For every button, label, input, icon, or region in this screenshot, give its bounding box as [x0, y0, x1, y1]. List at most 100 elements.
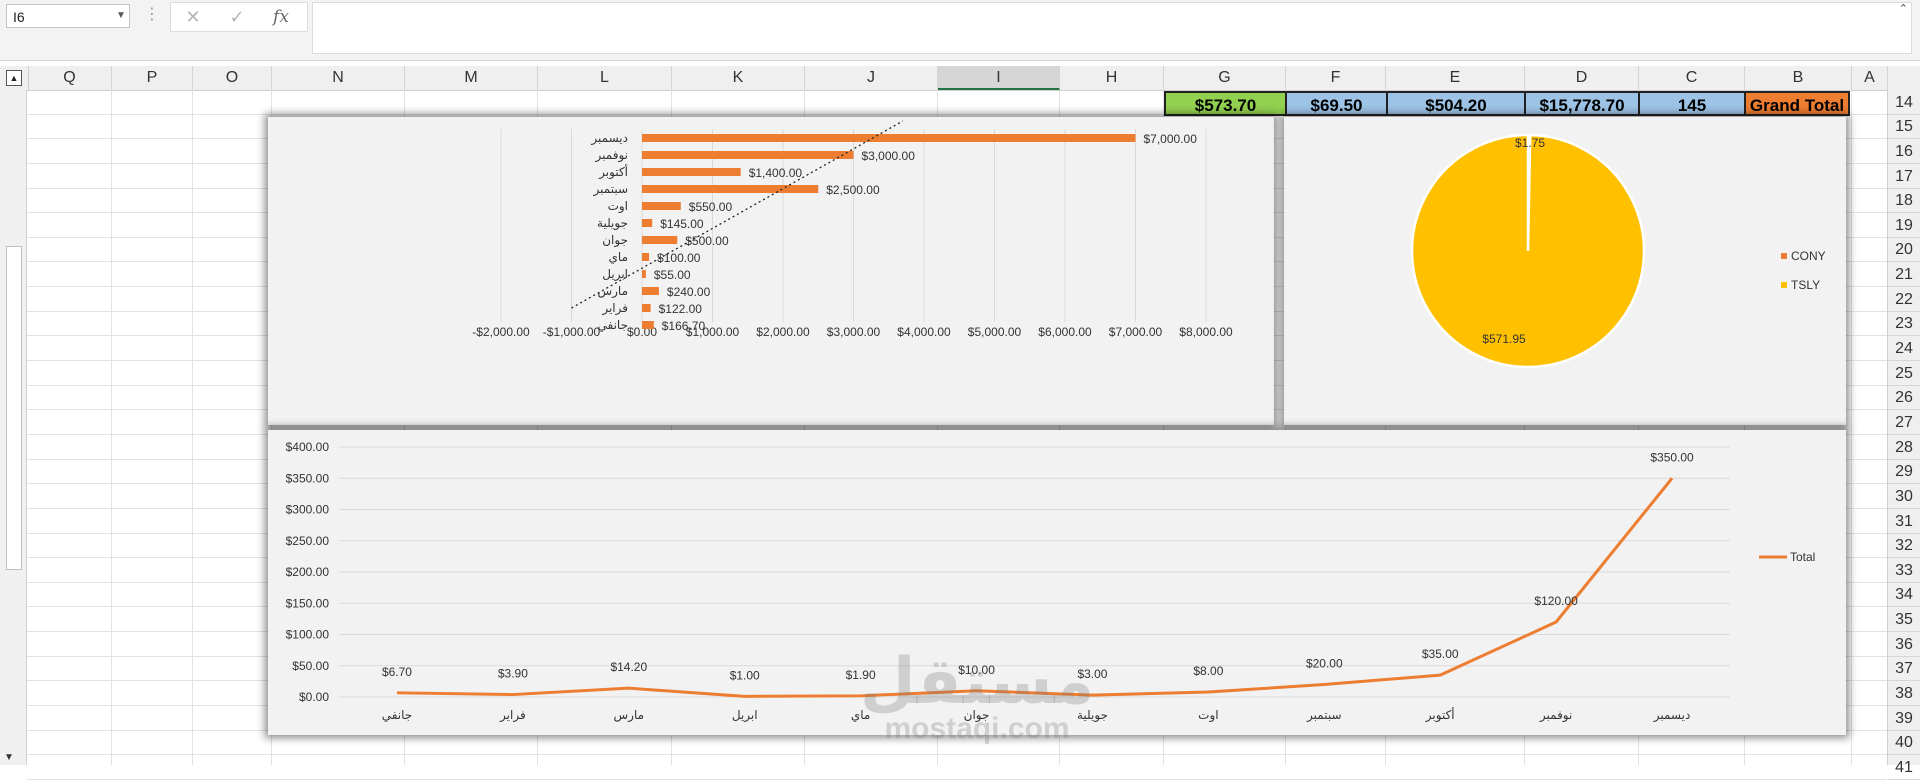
category-label: نوفمبر [1539, 708, 1572, 723]
row-header-33[interactable]: 33 [1888, 558, 1920, 583]
row-header-39[interactable]: 39 [1888, 706, 1920, 731]
pie-chart-panel[interactable]: $1.75 $571.95 CONY TSLY [1284, 117, 1846, 425]
bar-chart-panel[interactable]: -$2,000.00 -$1,000.00 $0.00 $1,000.00 $2,000… [268, 117, 1274, 425]
column-header-k[interactable]: K [672, 66, 805, 90]
data-label: $550.00 [689, 200, 733, 214]
more-options-icon[interactable]: ⋮ [144, 4, 160, 24]
row-header-21[interactable]: 21 [1888, 262, 1920, 287]
column-header-f[interactable]: F [1286, 66, 1386, 90]
cell-g14[interactable]: $573.70 [1164, 91, 1287, 116]
column-header-n[interactable]: N [272, 66, 405, 90]
name-box[interactable]: I6 [6, 4, 130, 28]
column-header-c[interactable]: C [1639, 66, 1745, 90]
cell-f14[interactable]: $69.50 [1285, 91, 1388, 116]
row-header-30[interactable]: 30 [1888, 484, 1920, 509]
bar[interactable] [642, 168, 741, 176]
column-header-o[interactable]: O [193, 66, 272, 90]
cell-e14[interactable]: $504.20 [1386, 91, 1526, 116]
scrollbar-thumb[interactable] [6, 246, 22, 570]
gridline [27, 754, 1887, 755]
column-header-d[interactable]: D [1525, 66, 1639, 90]
data-label: $350.00 [1650, 450, 1694, 464]
column-header-l[interactable]: L [538, 66, 672, 90]
row-header-26[interactable]: 26 [1888, 386, 1920, 410]
data-label: $571.95 [1482, 332, 1526, 346]
column-header-q[interactable]: Q [28, 66, 112, 90]
row-header-40[interactable]: 40 [1888, 731, 1920, 755]
row-header-28[interactable]: 28 [1888, 435, 1920, 460]
category-label: فراير [601, 301, 628, 316]
bar[interactable] [642, 185, 819, 193]
column-header-j[interactable]: J [805, 66, 938, 90]
column-header-m[interactable]: M [405, 66, 538, 90]
row-header-22[interactable]: 22 [1888, 287, 1920, 312]
data-label: $55.00 [654, 268, 691, 282]
data-label: $20.00 [1306, 657, 1343, 671]
x-tick-label: $7,000.00 [1109, 325, 1163, 339]
category-label: اوت [608, 199, 628, 214]
row-header-37[interactable]: 37 [1888, 657, 1920, 681]
column-header-i[interactable]: I [938, 66, 1060, 90]
gridline [111, 90, 112, 765]
data-label: $120.00 [1534, 594, 1578, 608]
row-header-18[interactable]: 18 [1888, 189, 1920, 213]
row-header-15[interactable]: 15 [1888, 115, 1920, 139]
select-all-button[interactable]: ▲ [0, 66, 29, 90]
watermark-arabic: مستقل [860, 645, 1095, 719]
insert-function-button[interactable]: fx [263, 3, 299, 31]
row-header-32[interactable]: 32 [1888, 534, 1920, 558]
row-header-19[interactable]: 19 [1888, 213, 1920, 238]
bar[interactable] [642, 253, 650, 261]
cell-c14[interactable]: 145 [1638, 91, 1746, 116]
row-header-14[interactable]: 14 [1888, 90, 1920, 115]
watermark-latin: mostaqi.com [884, 712, 1070, 745]
bar[interactable] [642, 304, 651, 312]
chevron-down-icon[interactable]: ▼ [113, 4, 129, 28]
bar[interactable] [642, 202, 681, 210]
column-header-g[interactable]: G [1164, 66, 1286, 90]
row-header-41[interactable]: 41 [1888, 755, 1920, 780]
chevron-up-icon[interactable]: ⌃ [1899, 2, 1908, 15]
row-header-31[interactable]: 31 [1888, 509, 1920, 534]
cell-b14[interactable]: Grand Total [1744, 91, 1850, 116]
bar[interactable] [642, 287, 659, 295]
column-header-a[interactable]: A [1852, 66, 1888, 90]
data-label: $2,500.00 [826, 183, 880, 197]
y-tick-label: $0.00 [299, 690, 329, 704]
bar[interactable] [642, 219, 653, 227]
row-header-29[interactable]: 29 [1888, 460, 1920, 484]
y-tick-label: $300.00 [286, 503, 330, 517]
row-header-20[interactable]: 20 [1888, 238, 1920, 262]
column-header-h[interactable]: H [1060, 66, 1164, 90]
y-tick-label: $400.00 [286, 440, 330, 454]
row-header-36[interactable]: 36 [1888, 632, 1920, 657]
row-header-25[interactable]: 25 [1888, 361, 1920, 386]
row-header-35[interactable]: 35 [1888, 607, 1920, 632]
bar[interactable] [642, 236, 678, 244]
pie-slice[interactable] [1410, 133, 1646, 369]
row-header-27[interactable]: 27 [1888, 410, 1920, 435]
formula-input[interactable] [312, 2, 1912, 54]
scroll-down-icon[interactable]: ▼ [4, 752, 14, 763]
row-header-17[interactable]: 17 [1888, 164, 1920, 189]
enter-icon[interactable]: ✓ [219, 3, 255, 31]
bar-chart: -$2,000.00 -$1,000.00 $0.00 $1,000.00 $2,000… [472, 120, 1233, 339]
cell-d14[interactable]: $15,778.70 [1524, 91, 1640, 116]
category-label: أكتوبر [598, 164, 628, 180]
row-header-16[interactable]: 16 [1888, 139, 1920, 164]
legend-swatch [1781, 253, 1787, 259]
bar[interactable] [642, 134, 1136, 142]
column-header-e[interactable]: E [1386, 66, 1525, 90]
category-label: ابريل [602, 267, 628, 282]
vertical-scrollbar[interactable]: ▼ [0, 90, 27, 765]
bar[interactable] [642, 321, 654, 329]
cancel-icon[interactable]: ✕ [175, 3, 211, 31]
bar[interactable] [642, 151, 854, 159]
bar[interactable] [642, 270, 646, 278]
column-header-b[interactable]: B [1745, 66, 1852, 90]
row-header-38[interactable]: 38 [1888, 681, 1920, 706]
row-header-24[interactable]: 24 [1888, 336, 1920, 361]
column-header-p[interactable]: P [112, 66, 193, 90]
row-header-34[interactable]: 34 [1888, 583, 1920, 607]
row-header-23[interactable]: 23 [1888, 312, 1920, 336]
